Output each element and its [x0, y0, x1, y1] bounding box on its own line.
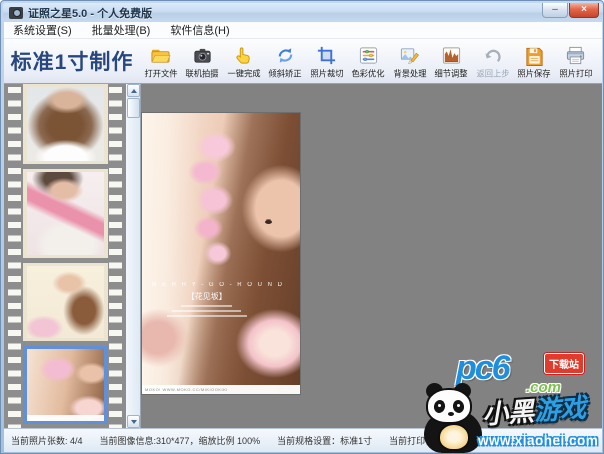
- color-sliders-icon: [358, 45, 379, 66]
- status-image-info: 当前图像信息:310*477，缩放比例 100%: [100, 434, 261, 447]
- print-photo-button[interactable]: 照片打印: [555, 43, 597, 80]
- open-file-button[interactable]: 打开文件: [140, 43, 182, 80]
- photo-caption: M E R R Y - G O - R O U N D 【花见坂】: [151, 282, 262, 317]
- site-watermark: pc6 .com 下载站 小黑游戏 www.xiaohei.com: [416, 347, 604, 454]
- background-brush-icon: [399, 45, 420, 66]
- film-sprockets-left: [8, 84, 21, 428]
- folder-open-icon: [150, 45, 171, 66]
- one-click-hand-icon: [233, 45, 254, 66]
- app-window: 证照之星5.0 - 个人免费版 – × 系统设置(S) 批量处理(B) 软件信息…: [0, 0, 604, 454]
- titlebar[interactable]: 证照之星5.0 - 个人免费版 – ×: [3, 3, 603, 22]
- xiaohei-name-part2: 游戏: [533, 392, 587, 426]
- scroll-down-button[interactable]: [127, 415, 140, 428]
- thumbnail-1[interactable]: [23, 84, 108, 164]
- xiaohei-games-logo: 小黑游戏: [481, 387, 587, 431]
- print-photo-label: 照片打印: [559, 67, 592, 79]
- scroll-up-button[interactable]: [127, 84, 140, 97]
- status-photo-count: 当前照片张数: 4/4: [11, 434, 83, 447]
- scrollbar-thumb[interactable]: [127, 98, 140, 118]
- menu-system-settings[interactable]: 系统设置(S): [10, 21, 75, 39]
- menu-software-info[interactable]: 软件信息(H): [167, 21, 232, 39]
- thumbnail-3[interactable]: [23, 263, 108, 341]
- download-site-badge: 下载站: [544, 353, 584, 374]
- thumbnail-2[interactable]: [23, 169, 108, 258]
- save-photo-label: 照片保存: [518, 67, 551, 79]
- toolbar: 标准1寸制作 打开文件 联机拍摄: [4, 39, 602, 84]
- undo-step-label: 返回上步: [476, 67, 509, 79]
- one-click-finish-label: 一键完成: [227, 67, 260, 79]
- xiaohei-name-part1: 小黑: [481, 396, 535, 430]
- scroll-down-icon: [131, 420, 137, 424]
- photo-watermark-strip: MOKO! WWW.MOKO.CC/MIKIOOKIKI: [142, 385, 300, 394]
- background-process-label: 背景处理: [393, 67, 426, 79]
- xiaohei-url: www.xiaohei.com: [478, 433, 598, 448]
- tilt-correct-label: 倾斜矫正: [269, 67, 302, 79]
- save-photo-button[interactable]: 照片保存: [514, 43, 556, 80]
- photo-fineprint-line: [167, 315, 247, 317]
- camera-capture-label: 联机拍摄: [186, 67, 219, 79]
- camera-icon: [192, 45, 213, 66]
- thumbnail-4-selected[interactable]: [23, 346, 108, 424]
- open-file-label: 打开文件: [144, 67, 177, 79]
- background-process-button[interactable]: 背景处理: [389, 43, 431, 80]
- film-sprockets-right: [109, 84, 122, 428]
- detail-adjust-label: 细节调整: [435, 67, 468, 79]
- color-optimize-label: 色彩优化: [352, 67, 385, 79]
- one-click-finish-button[interactable]: 一键完成: [223, 43, 265, 80]
- close-button[interactable]: ×: [569, 3, 599, 18]
- print-icon: [565, 45, 586, 66]
- undo-step-button[interactable]: 返回上步: [472, 43, 514, 80]
- photo-watermark-text: MOKO! WWW.MOKO.CC/MIKIOOKIKI: [142, 387, 228, 392]
- minimize-button[interactable]: –: [542, 3, 568, 18]
- photo-overlay-subtitle: 【花见坂】: [151, 291, 262, 302]
- app-logo-icon: [9, 7, 23, 19]
- photo-subject-eye: [265, 220, 272, 224]
- photo-fineprint-line: [181, 305, 232, 307]
- crop-photo-button[interactable]: 照片裁切: [306, 43, 348, 80]
- status-spec-setting: 当前规格设置：标准1寸: [277, 434, 372, 447]
- filmstrip-panel: [4, 84, 126, 428]
- crop-icon: [316, 45, 337, 66]
- detail-adjust-button[interactable]: 细节调整: [431, 43, 473, 80]
- photo-preview: M E R R Y - G O - R O U N D 【花见坂】 MOKO! …: [142, 113, 300, 394]
- menu-batch-process[interactable]: 批量处理(B): [89, 21, 154, 39]
- window-title: 证照之星5.0 - 个人免费版: [28, 5, 152, 21]
- save-icon: [524, 45, 545, 66]
- menubar: 系统设置(S) 批量处理(B) 软件信息(H): [4, 22, 602, 39]
- camera-capture-button[interactable]: 联机拍摄: [182, 43, 224, 80]
- filmstrip-scrollbar[interactable]: [126, 84, 141, 428]
- photo-overlay-title: M E R R Y - G O - R O U N D: [151, 282, 262, 288]
- color-optimize-button[interactable]: 色彩优化: [348, 43, 390, 80]
- tilt-correct-button[interactable]: 倾斜矫正: [265, 43, 307, 80]
- tilt-correct-icon: [275, 45, 296, 66]
- mode-title: 标准1寸制作: [4, 46, 140, 76]
- scroll-up-icon: [131, 89, 137, 93]
- photo-fineprint-line: [172, 310, 241, 312]
- histogram-icon: [441, 45, 462, 66]
- crop-photo-label: 照片裁切: [310, 67, 343, 79]
- undo-icon: [482, 45, 503, 66]
